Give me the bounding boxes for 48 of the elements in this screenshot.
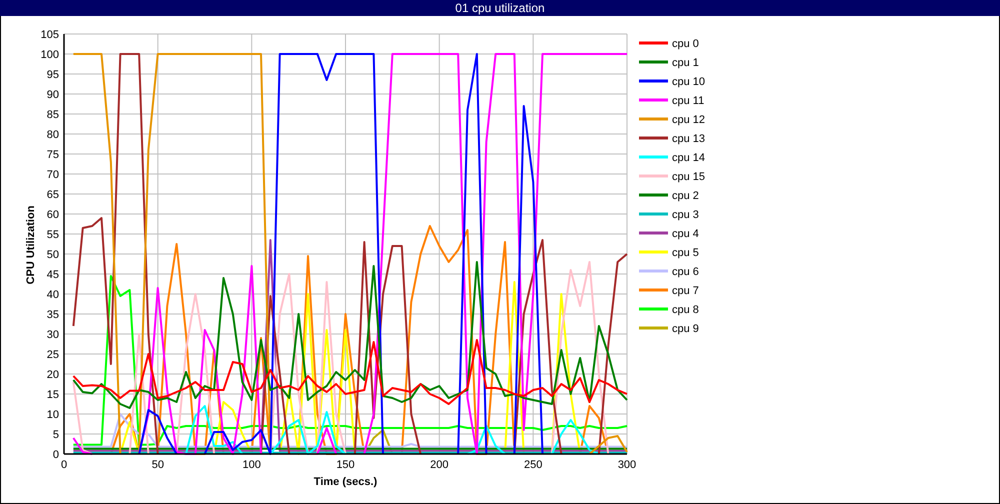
legend-label: cpu 1	[672, 57, 699, 69]
tick-label: 90	[46, 89, 59, 101]
legend-label: cpu 0	[672, 38, 699, 50]
tick-label: 80	[46, 129, 59, 141]
tick-label: 55	[46, 229, 59, 241]
legend-label: cpu 2	[672, 190, 699, 202]
legend-label: cpu 14	[672, 152, 706, 164]
tick-label: 5	[52, 429, 59, 441]
tick-label: 250	[524, 459, 542, 471]
tick-label: 25	[46, 349, 59, 361]
legend-label: cpu 5	[672, 247, 699, 259]
tick-label: 300	[618, 459, 636, 471]
tick-label: 50	[46, 249, 59, 261]
legend-label: cpu 7	[672, 285, 699, 297]
legend-label: cpu 3	[672, 209, 699, 221]
tick-label: 100	[242, 459, 261, 471]
tick-label: 35	[46, 309, 59, 321]
tick-label: 65	[46, 189, 59, 201]
tick-label: 105	[40, 29, 59, 41]
tick-label: 30	[46, 329, 59, 341]
tick-label: 10	[46, 409, 59, 421]
tick-label: 40	[46, 289, 59, 301]
window-title: 01 cpu utilization	[455, 0, 545, 16]
tick-label: 15	[46, 389, 59, 401]
tick-label: 0	[52, 449, 59, 461]
legend-label: cpu 11	[672, 95, 704, 107]
tick-label: 150	[336, 459, 355, 471]
legend-label: cpu 4	[672, 228, 699, 240]
legend-label: cpu 8	[672, 304, 699, 316]
tick-label: 100	[40, 49, 59, 61]
legend-label: cpu 9	[672, 323, 699, 335]
tick-label: 70	[46, 169, 59, 181]
tick-label: 50	[152, 459, 164, 471]
legend-label: cpu 13	[672, 133, 706, 145]
legend-label: cpu 12	[672, 114, 706, 126]
tick-label: 0	[60, 459, 68, 471]
tick-label: 200	[430, 459, 449, 471]
x-axis-title: Time (secs.)	[314, 476, 378, 488]
tick-label: 85	[46, 109, 59, 121]
tick-label: 20	[46, 369, 59, 381]
tick-label: 45	[46, 269, 59, 281]
tick-label: 95	[46, 69, 59, 81]
legend-label: cpu 6	[672, 266, 699, 278]
legend-label: cpu 10	[672, 76, 706, 88]
tick-label: 75	[46, 149, 59, 161]
legend-label: cpu 15	[672, 171, 706, 183]
y-axis-title: CPU Utilization	[25, 206, 37, 284]
tick-label: 60	[46, 209, 59, 221]
